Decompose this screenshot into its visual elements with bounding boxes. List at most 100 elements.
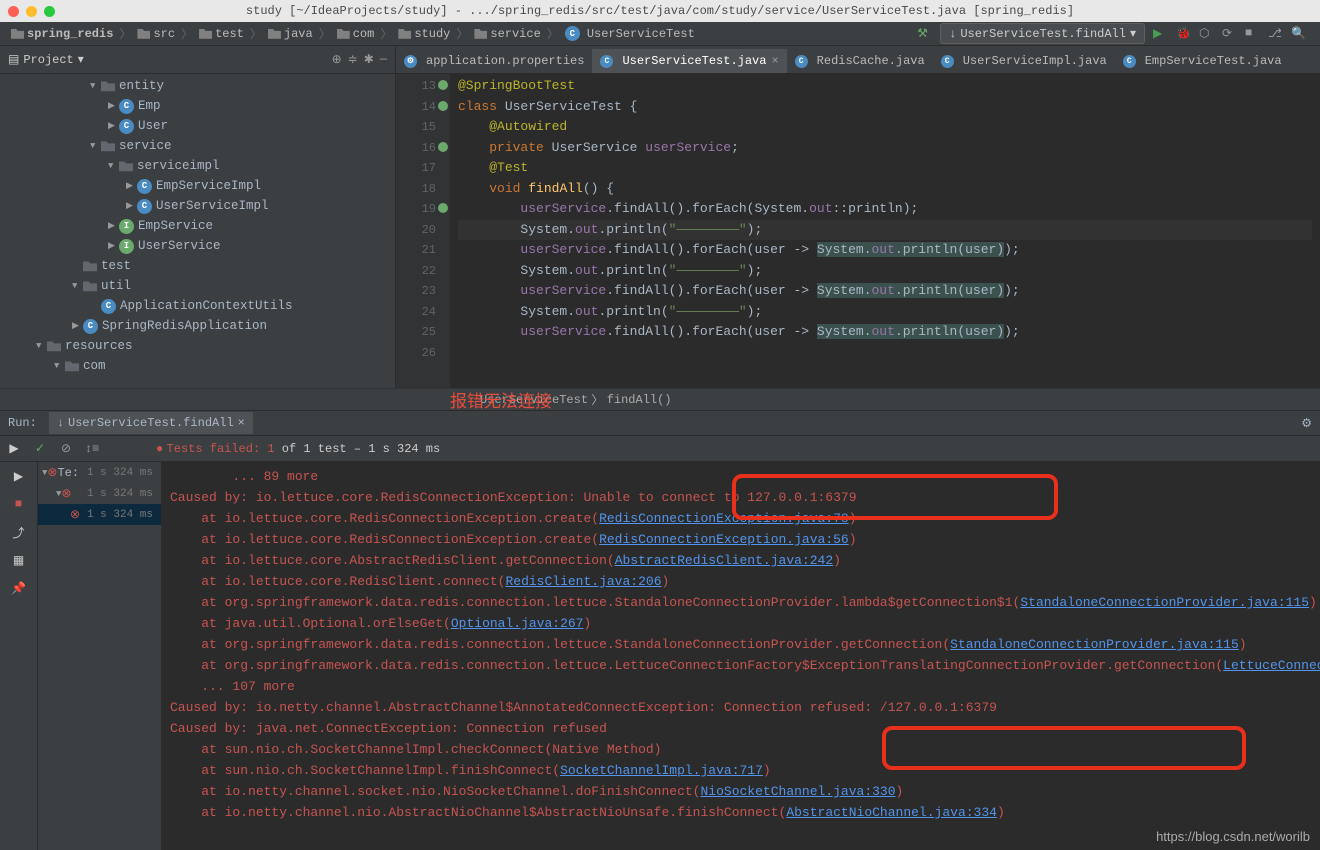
console-line: at io.lettuce.core.RedisConnectionExcept…: [170, 508, 1312, 529]
tree-label: ApplicationContextUtils: [120, 299, 293, 313]
pin-icon[interactable]: 📌: [9, 578, 29, 598]
stack-link[interactable]: Optional.java:267: [451, 616, 584, 631]
collapse-icon[interactable]: ≑: [348, 52, 358, 67]
stack-link[interactable]: AbstractRedisClient.java:242: [615, 553, 833, 568]
bc-project[interactable]: spring_redis: [6, 27, 118, 41]
tree-item[interactable]: ▶CSpringRedisApplication: [0, 316, 395, 336]
run-header: Run: ↓ UserServiceTest.findAll × ⚙: [0, 411, 1320, 436]
editor-tab[interactable]: CRedisCache.java: [787, 49, 933, 73]
console-line: Caused by: java.net.ConnectException: Co…: [170, 718, 1312, 739]
code-area[interactable]: @SpringBootTestclass UserServiceTest { @…: [450, 74, 1320, 388]
stack-link[interactable]: StandaloneConnectionProvider.java:115: [1020, 595, 1309, 610]
stack-link[interactable]: SocketChannelImpl.java:717: [560, 763, 763, 778]
close-icon[interactable]: ×: [238, 416, 245, 430]
test-row[interactable]: ⊗ 1 s 324 ms: [38, 504, 161, 525]
editor-crumb: 报错无法连接 UserServiceTest 〉 findAll(): [0, 388, 1320, 410]
coverage-icon[interactable]: ⬡: [1199, 26, 1214, 41]
test-row[interactable]: ▼ ⊗ Te:1 s 324 ms: [38, 462, 161, 483]
stack-link[interactable]: AbstractNioChannel.java:334: [786, 805, 997, 820]
tree-item[interactable]: ▶CEmp: [0, 96, 395, 116]
vcs-icon[interactable]: ⎇: [1268, 26, 1283, 41]
console-line: ... 107 more: [170, 676, 1312, 697]
class-icon: C: [137, 179, 152, 194]
bc-study[interactable]: study: [393, 27, 455, 41]
bc-class[interactable]: CUserServiceTest: [560, 26, 700, 41]
search-icon[interactable]: 🔍: [1291, 26, 1306, 41]
bc-java[interactable]: java: [263, 27, 318, 41]
gear-icon[interactable]: ⚙: [1301, 416, 1312, 431]
console-line: at org.springframework.data.redis.connec…: [170, 634, 1312, 655]
tree-item[interactable]: ▶CEmpServiceImpl: [0, 176, 395, 196]
project-tree[interactable]: ▼entity▶CEmp▶CUser▼service▼serviceimpl ▶C…: [0, 74, 395, 388]
stack-link[interactable]: RedisConnectionException.java:78: [599, 511, 849, 526]
block-icon[interactable]: ⊘: [56, 439, 76, 459]
hide-icon[interactable]: —: [380, 52, 387, 67]
rerun-icon[interactable]: ▶: [4, 439, 24, 459]
stack-link[interactable]: LettuceConnectionFactory.java:1440: [1223, 658, 1320, 673]
folder-icon: [337, 27, 350, 40]
debug-icon[interactable]: 🐞: [1176, 26, 1191, 41]
folder-icon: [101, 80, 115, 93]
folder-icon: [398, 27, 411, 40]
run-tab[interactable]: ↓ UserServiceTest.findAll ×: [49, 412, 253, 434]
tree-item[interactable]: ▶CUser: [0, 116, 395, 136]
project-sidebar: ▤ Project ▾ ⊕ ≑ ✱ — ▼entity▶CEmp▶CUser▼s…: [0, 46, 396, 388]
build-icon[interactable]: ⚒: [917, 26, 932, 41]
bc-service[interactable]: service: [469, 27, 545, 41]
titlebar: study [~/IdeaProjects/study] - .../sprin…: [0, 0, 1320, 22]
folder-icon: [83, 260, 97, 273]
tree-item[interactable]: CApplicationContextUtils: [0, 296, 395, 316]
editor-tab[interactable]: CUserServiceTest.java×: [592, 49, 786, 73]
run-icon[interactable]: ▶: [1153, 26, 1168, 41]
stack-link[interactable]: NioSocketChannel.java:330: [701, 784, 896, 799]
file-icon: C: [941, 55, 954, 68]
editor-tab[interactable]: ⚙application.properties: [396, 49, 592, 73]
tree-item[interactable]: ▶IEmpService: [0, 216, 395, 236]
zoom-window-icon[interactable]: [44, 6, 55, 17]
tree-item[interactable]: ▶CUserServiceImpl: [0, 196, 395, 216]
stop-icon[interactable]: ■: [1245, 26, 1260, 41]
crumb-method[interactable]: findAll(): [607, 393, 672, 407]
close-window-icon[interactable]: [8, 6, 19, 17]
fail-icon: ●: [156, 442, 163, 456]
run-config-select[interactable]: ↓ UserServiceTest.findAll ▾: [940, 23, 1145, 44]
exit-icon[interactable]: ⤴: [9, 522, 29, 542]
stop-icon[interactable]: ■: [9, 494, 29, 514]
tree-label: UserServiceImpl: [156, 199, 269, 213]
toolbar-right: ⚒ ↓ UserServiceTest.findAll ▾ ▶ 🐞 ⬡ ⟳ ■ …: [917, 23, 1314, 44]
run-left-toolbar: ▶ ■ ⤴ ▦ 📌: [0, 462, 38, 850]
sort-icon[interactable]: ↕≡: [82, 439, 102, 459]
console-output[interactable]: https://blog.csdn.net/worilb ... 89 more…: [162, 462, 1320, 850]
stack-link[interactable]: StandaloneConnectionProvider.java:115: [950, 637, 1239, 652]
folder-icon: [65, 360, 79, 373]
layout-icon[interactable]: ▦: [9, 550, 29, 570]
sidebar-title[interactable]: ▤ Project ▾: [8, 52, 84, 67]
gutter: 1314151617181920212223242526: [396, 74, 450, 388]
tree-label: UserService: [138, 239, 221, 253]
profile-icon[interactable]: ⟳: [1222, 26, 1237, 41]
stack-link[interactable]: RedisClient.java:206: [505, 574, 661, 589]
editor-tab[interactable]: CUserServiceImpl.java: [933, 49, 1115, 73]
tree-item[interactable]: ▶IUserService: [0, 236, 395, 256]
tree-item[interactable]: ▼com: [0, 356, 395, 376]
tree-label: EmpServiceImpl: [156, 179, 261, 193]
locate-icon[interactable]: ⊕: [332, 52, 342, 67]
check-icon[interactable]: ✓: [30, 439, 50, 459]
bc-test[interactable]: test: [194, 27, 249, 41]
stack-link[interactable]: RedisConnectionException.java:56: [599, 532, 849, 547]
minimize-window-icon[interactable]: [26, 6, 37, 17]
tree-item[interactable]: ▼entity: [0, 76, 395, 96]
settings-icon[interactable]: ✱: [364, 52, 374, 67]
test-tree[interactable]: ▼ ⊗ Te:1 s 324 ms▼ ⊗ 1 s 324 ms⊗ 1 s 324…: [38, 462, 162, 850]
tree-item[interactable]: ▼service: [0, 136, 395, 156]
tree-item[interactable]: test: [0, 256, 395, 276]
bc-src[interactable]: src: [132, 27, 180, 41]
tree-item[interactable]: ▼serviceimpl: [0, 156, 395, 176]
tree-item[interactable]: ▼util: [0, 276, 395, 296]
close-icon[interactable]: ×: [771, 54, 778, 68]
editor-tab[interactable]: CEmpServiceTest.java: [1115, 49, 1290, 73]
test-row[interactable]: ▼ ⊗ 1 s 324 ms: [38, 483, 161, 504]
bc-com[interactable]: com: [332, 27, 380, 41]
run-icon[interactable]: ▶: [9, 466, 29, 486]
tree-item[interactable]: ▼resources: [0, 336, 395, 356]
